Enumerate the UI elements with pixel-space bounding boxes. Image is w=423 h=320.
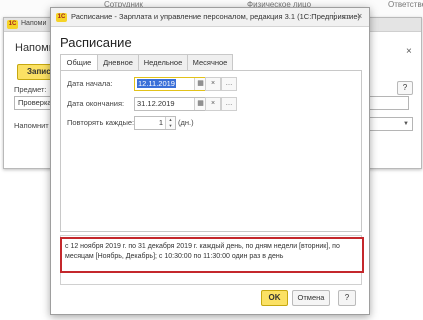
start-date-label: Дата начала:: [67, 79, 113, 88]
subject-label: Предмет:: [14, 85, 47, 94]
maximize-icon[interactable]: ▭: [342, 11, 351, 22]
tab-daily[interactable]: Дневное: [97, 54, 139, 71]
schedule-dialog: 1С Расписание - Зарплата и управление пе…: [50, 7, 370, 315]
more-icon[interactable]: ⋮: [330, 11, 339, 22]
repeat-unit-label: (дн.): [178, 118, 194, 127]
app-logo-icon: 1С: [7, 20, 18, 29]
help-button[interactable]: ?: [397, 81, 413, 95]
end-date-field[interactable]: 31.12.2019 ▦: [134, 97, 207, 111]
repeat-days-input[interactable]: 1 ▲ ▼: [134, 116, 176, 130]
dialog-titlebar: 1С Расписание - Зарплата и управление пе…: [51, 8, 369, 27]
general-tab-panel: Дата начала: 12.11.2019 ▦ × … Дата оконч…: [60, 70, 362, 232]
page-title: Расписание: [60, 35, 132, 50]
end-date-label: Дата окончания:: [67, 99, 125, 108]
end-date-value: 31.12.2019: [137, 99, 175, 108]
tab-monthly[interactable]: Месячное: [187, 54, 233, 71]
ok-button[interactable]: OK: [261, 290, 288, 306]
clear-start-date-button[interactable]: ×: [205, 77, 221, 91]
remind-field[interactable]: ▼: [364, 117, 413, 131]
dropdown-arrow-icon[interactable]: ▼: [403, 118, 409, 130]
select-start-date-button[interactable]: …: [221, 77, 237, 91]
select-end-date-button[interactable]: …: [221, 97, 237, 111]
cancel-button[interactable]: Отмена: [292, 290, 330, 306]
help-button[interactable]: ?: [338, 290, 356, 306]
background-window-title: Напоми: [21, 20, 47, 27]
schedule-summary-text: с 12 ноября 2019 г. по 31 декабря 2019 г…: [60, 237, 364, 273]
repeat-label: Повторять каждые:: [67, 118, 135, 127]
spin-buttons-icon[interactable]: ▲ ▼: [165, 117, 175, 129]
start-date-field[interactable]: 12.11.2019 ▦: [134, 77, 207, 91]
repeat-days-value: 1: [158, 118, 163, 127]
background-heading: Напоми: [15, 42, 55, 54]
close-icon[interactable]: ×: [357, 11, 362, 21]
column-header: Ответствен: [388, 0, 423, 9]
subject-field-end[interactable]: [364, 96, 409, 110]
close-icon[interactable]: ×: [406, 46, 412, 57]
clear-end-date-button[interactable]: ×: [205, 97, 221, 111]
dialog-window-title: Расписание - Зарплата и управление персо…: [71, 12, 361, 21]
remind-label: Напомнит: [14, 121, 49, 130]
start-date-value: 12.11.2019: [137, 79, 176, 88]
subject-field[interactable]: Проверка: [14, 96, 55, 110]
tab-weekly[interactable]: Недельное: [138, 54, 188, 71]
app-logo-icon: 1С: [56, 13, 67, 22]
